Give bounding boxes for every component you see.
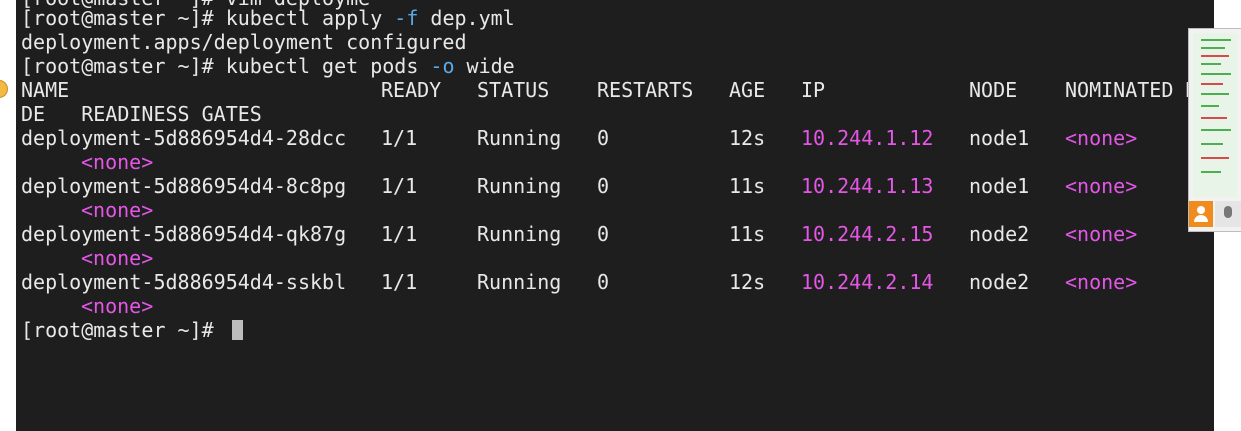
header-ip: IP <box>801 78 826 102</box>
cell-name: deployment-5d886954d4-sskbl <box>21 270 347 294</box>
terminal-output-line: deployment.apps/deployment configured <box>21 30 467 54</box>
prompt: [root@master ~]# <box>21 6 226 30</box>
side-preview-panel[interactable] <box>1188 28 1241 232</box>
table-row: deployment-5d886954d4-sskbl 1/1 Running 0 12… <box>21 270 1214 294</box>
cell-node: node1 <box>969 174 1030 198</box>
table-row: deployment-5d886954d4-28dcc 1/1 Running 0 12… <box>21 126 1214 150</box>
cell-ip: 10.244.2.14 <box>801 270 934 294</box>
header-age: AGE <box>729 78 766 102</box>
terminal-line-get-command: [root@master ~]# kubectl get pods -o wid… <box>21 54 515 78</box>
cell-ip: 10.244.2.15 <box>801 222 934 246</box>
right-window-edge <box>1188 0 1241 431</box>
cell-nominated: <none> <box>1065 270 1138 294</box>
cell-nominated: <none> <box>1065 174 1138 198</box>
cell-age: 12s <box>729 270 766 294</box>
header-node: NODE <box>969 78 1018 102</box>
terminal-current-prompt[interactable]: [root@master ~]# <box>21 318 243 342</box>
command-text: kubectl apply <box>225 6 395 30</box>
cell-ip: 10.244.1.13 <box>801 174 934 198</box>
cell-readiness-gates: <none> <box>81 246 154 270</box>
header-ready: READY <box>381 78 442 102</box>
terminal-window[interactable]: [root@master ~]# vim deployme [root@mast… <box>16 0 1214 431</box>
cell-readiness-gates: <none> <box>81 294 154 318</box>
left-window-edge <box>0 0 16 431</box>
cell-status: Running <box>477 126 562 150</box>
cell-age: 12s <box>729 126 766 150</box>
cell-nominated: <none> <box>1065 222 1138 246</box>
header-restarts: RESTARTS <box>597 78 694 102</box>
cell-node: node2 <box>969 270 1030 294</box>
cell-ready: 1/1 <box>381 222 418 246</box>
cell-restarts: 0 <box>597 174 610 198</box>
command-flag: -o <box>430 54 455 78</box>
cell-restarts: 0 <box>597 270 610 294</box>
user-icon[interactable] <box>1189 201 1213 227</box>
cell-ready: 1/1 <box>381 270 418 294</box>
cell-readiness-gates: <none> <box>81 198 154 222</box>
cell-status: Running <box>477 270 562 294</box>
header-status: STATUS <box>477 78 550 102</box>
terminal-cursor <box>231 320 243 340</box>
cell-name: deployment-5d886954d4-qk87g <box>21 222 347 246</box>
table-header-wrap: DE READINESS GATES <box>21 102 262 126</box>
command-flag: -f <box>394 6 419 30</box>
preview-thumbnail <box>1193 33 1237 197</box>
cell-name: deployment-5d886954d4-8c8pg <box>21 174 347 198</box>
cell-age: 11s <box>729 222 766 246</box>
cell-age: 11s <box>729 174 766 198</box>
cell-ready: 1/1 <box>381 126 418 150</box>
cell-restarts: 0 <box>597 222 610 246</box>
cell-status: Running <box>477 222 562 246</box>
command-text: kubectl get pods <box>225 54 431 78</box>
cell-ready: 1/1 <box>381 174 418 198</box>
cell-name: deployment-5d886954d4-28dcc <box>21 126 347 150</box>
cell-node: node1 <box>969 126 1030 150</box>
terminal-line-apply-command: [root@master ~]# kubectl apply -f dep.ym… <box>21 6 515 30</box>
microphone-icon[interactable] <box>1215 201 1241 227</box>
table-row: deployment-5d886954d4-qk87g 1/1 Running 0 11… <box>21 222 1214 246</box>
table-header-row: NAME READY STATUS RESTARTS AGE IP NODE N… <box>21 78 1214 102</box>
command-arg: dep.yml <box>418 6 515 30</box>
header-nominated: NOMINATED N <box>1065 78 1198 102</box>
command-arg: wide <box>454 54 515 78</box>
app-icon[interactable] <box>0 80 8 98</box>
prompt: [root@master ~]# <box>21 54 226 78</box>
cell-readiness-gates: <none> <box>81 150 154 174</box>
prompt: [root@master ~]# <box>21 318 226 342</box>
cell-node: node2 <box>969 222 1030 246</box>
header-name: NAME <box>21 78 70 102</box>
cell-ip: 10.244.1.12 <box>801 126 934 150</box>
table-row: deployment-5d886954d4-8c8pg 1/1 Running 0 11… <box>21 174 1214 198</box>
cell-restarts: 0 <box>597 126 610 150</box>
cell-status: Running <box>477 174 562 198</box>
cell-nominated: <none> <box>1065 126 1138 150</box>
